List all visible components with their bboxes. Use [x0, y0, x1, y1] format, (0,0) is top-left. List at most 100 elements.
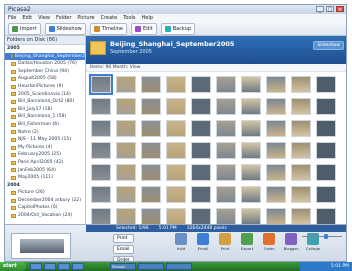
folder-item[interactable]: Dallas/Houston 2005 (76) [5, 60, 85, 68]
folder-item[interactable]: JanFeb2005 (64) [5, 167, 85, 175]
photo-thumbnail[interactable] [241, 208, 261, 224]
photo-thumbnail[interactable] [241, 142, 261, 159]
folder-item[interactable]: February2005 (25) [5, 151, 85, 159]
backup-button[interactable]: Backup [160, 22, 196, 35]
photo-thumbnail[interactable] [291, 98, 311, 115]
quick-launch-icon[interactable] [58, 263, 70, 270]
edit-button[interactable]: Edit [131, 22, 157, 35]
photo-thumbnail[interactable] [216, 98, 236, 115]
photo-thumbnail[interactable] [216, 164, 236, 181]
photo-thumbnail[interactable] [216, 208, 236, 224]
photo-thumbnail[interactable] [141, 208, 161, 224]
photo-thumbnail[interactable] [116, 208, 136, 224]
photo-thumbnail[interactable] [216, 120, 236, 137]
folder-item[interactable]: Bill_Barcelona_1 (58) [5, 113, 85, 121]
photo-thumbnail[interactable] [266, 186, 286, 203]
photo-thumbnail[interactable] [141, 76, 161, 93]
zoom-handle[interactable] [324, 234, 328, 239]
taskbar-task[interactable]: Picasa2 [110, 263, 136, 270]
photo-thumbnail[interactable] [316, 186, 336, 203]
photo-thumbnail[interactable] [166, 98, 186, 115]
tray-action-button[interactable]: Email [113, 245, 134, 254]
photo-thumbnail[interactable] [191, 208, 211, 224]
photo-thumbnail[interactable] [91, 164, 111, 181]
photo-thumbnail[interactable] [191, 76, 211, 93]
menu-item[interactable]: Picture [77, 14, 94, 22]
start-button[interactable]: start [0, 262, 26, 271]
photo-thumbnail[interactable] [291, 164, 311, 181]
folder-year-header[interactable]: 2004 [5, 182, 85, 190]
menu-item[interactable]: Help [142, 14, 153, 22]
photo-thumbnail[interactable] [91, 120, 111, 137]
photo-thumbnail[interactable] [266, 164, 286, 181]
maximize-button[interactable]: □ [326, 6, 334, 13]
photo-thumbnail[interactable] [166, 142, 186, 159]
folder-item[interactable]: Picture (26) [5, 189, 85, 197]
photo-thumbnail[interactable] [316, 98, 336, 115]
photo-thumbnail[interactable] [316, 120, 336, 137]
quick-launch-icon[interactable] [30, 263, 42, 270]
task-button[interactable]: Print [217, 233, 233, 251]
folder-item[interactable]: CapitolPhotos (6) [5, 204, 85, 212]
photo-thumbnail[interactable] [291, 120, 311, 137]
photo-thumbnail[interactable] [316, 164, 336, 181]
folder-item[interactable]: Paris April2005 (42) [5, 159, 85, 167]
photo-thumbnail[interactable] [216, 76, 236, 93]
taskbar-task[interactable] [138, 263, 164, 270]
photo-thumbnail[interactable] [116, 98, 136, 115]
zoom-slider[interactable] [302, 234, 342, 239]
photo-thumbnail[interactable] [141, 186, 161, 203]
photo-thumbnail[interactable] [266, 98, 286, 115]
selected-photo-preview[interactable] [11, 233, 71, 259]
photo-thumbnail[interactable] [91, 98, 111, 115]
folder-item[interactable]: September China (94) [5, 68, 85, 76]
photo-thumbnail[interactable] [266, 208, 286, 224]
quick-launch-icon[interactable] [72, 263, 84, 270]
folder-item[interactable]: HoustonPictures (9) [5, 83, 85, 91]
photo-thumbnail[interactable] [241, 76, 261, 93]
photo-thumbnail[interactable] [116, 76, 136, 93]
folder-item[interactable]: My Pictures (4) [5, 144, 85, 152]
photo-thumbnail[interactable] [291, 208, 311, 224]
photo-thumbnail[interactable] [116, 142, 136, 159]
photo-thumbnail[interactable] [216, 186, 236, 203]
photo-thumbnail[interactable] [241, 164, 261, 181]
folder-item[interactable]: Bill_July17 (18) [5, 106, 85, 114]
folder-item[interactable]: Natre (2) [5, 129, 85, 137]
import-button[interactable]: Import [8, 22, 41, 35]
photo-thumbnail[interactable] [266, 120, 286, 137]
menu-item[interactable]: Tools [123, 14, 135, 22]
close-button[interactable]: × [336, 6, 344, 13]
menu-item[interactable]: File [8, 14, 16, 22]
folder-item[interactable]: Bill_Barcelona_Oct2 (80) [5, 98, 85, 106]
photo-thumbnail[interactable] [191, 186, 211, 203]
tray-action-button[interactable]: Print [113, 234, 134, 243]
task-button[interactable]: Blogger [283, 233, 299, 251]
folder-item[interactable]: NJS - 11 May 2005 (15) [5, 136, 85, 144]
photo-thumbnail[interactable] [191, 142, 211, 159]
quick-launch-icon[interactable] [44, 263, 56, 270]
photo-thumbnail[interactable] [191, 164, 211, 181]
timeline-button[interactable]: Timeline [89, 22, 127, 35]
folder-year-header[interactable]: 2005 [5, 45, 85, 53]
photo-thumbnail[interactable] [316, 76, 336, 93]
photo-thumbnail[interactable] [166, 164, 186, 181]
photo-thumbnail[interactable] [141, 98, 161, 115]
task-button[interactable]: Hold [173, 233, 189, 251]
menu-item[interactable]: View [38, 14, 50, 22]
photo-thumbnail[interactable] [241, 186, 261, 203]
photo-thumbnail[interactable] [166, 186, 186, 203]
photo-thumbnail[interactable] [166, 76, 186, 93]
photo-thumbnail[interactable] [291, 76, 311, 93]
menu-item[interactable]: Create [101, 14, 118, 22]
photo-thumbnail[interactable] [266, 142, 286, 159]
menu-item[interactable]: Folder [56, 14, 71, 22]
taskbar-task[interactable] [166, 263, 192, 270]
photo-thumbnail[interactable] [316, 208, 336, 224]
photo-thumbnail[interactable] [141, 120, 161, 137]
photo-thumbnail[interactable] [91, 186, 111, 203]
folder-item[interactable]: December2004 arbury (22) [5, 197, 85, 205]
photo-thumbnail[interactable] [141, 164, 161, 181]
photo-thumbnail[interactable] [116, 186, 136, 203]
album-slideshow-button[interactable]: Slideshow [313, 41, 344, 50]
